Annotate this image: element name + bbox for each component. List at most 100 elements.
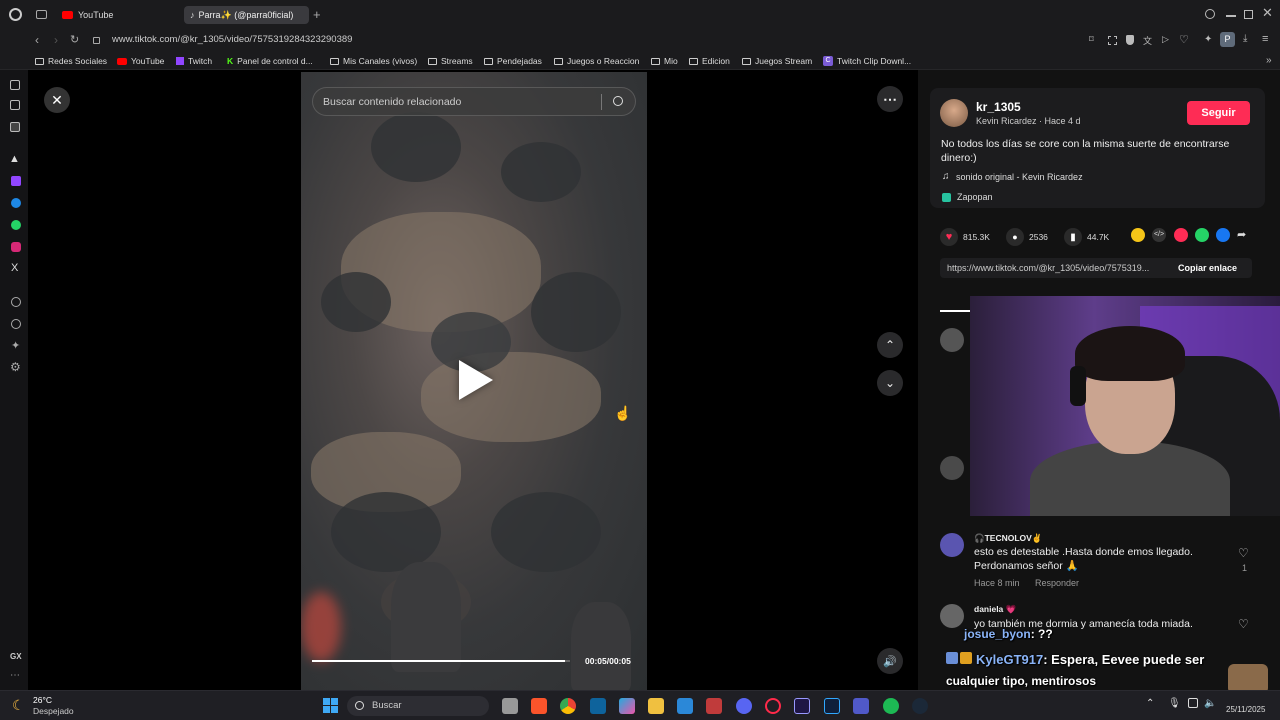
microphone-icon[interactable]: 🎙 (1168, 698, 1181, 709)
heart-icon[interactable]: ♡ (1179, 33, 1189, 46)
shield-icon[interactable] (1126, 35, 1134, 45)
bookmark-mio[interactable]: Mio (651, 56, 678, 66)
tray-chevron-icon[interactable]: ⌃ (1146, 698, 1154, 709)
bookmark-youtube[interactable]: YouTube (117, 56, 164, 66)
related-search-box[interactable]: Buscar contenido relacionado (312, 87, 636, 116)
send-icon[interactable] (1174, 228, 1188, 242)
bookmark-twitch-clip[interactable]: C Twitch Clip Downl... (823, 56, 911, 66)
chrome-icon[interactable] (560, 698, 576, 714)
minimize-icon[interactable] (1226, 15, 1236, 17)
comment-avatar[interactable] (940, 533, 964, 557)
gx-control-icon[interactable] (10, 100, 20, 110)
gx-badge[interactable]: GX (10, 652, 22, 661)
sound-name[interactable]: sonido original - Kevin Ricardez (956, 172, 1083, 182)
discord-icon[interactable] (736, 698, 752, 714)
translate-icon[interactable]: 文 (1143, 34, 1152, 47)
store-icon[interactable] (677, 698, 693, 714)
download-icon[interactable]: ⤓ (1243, 33, 1247, 44)
like-stat[interactable]: ♥ 815.3K (940, 228, 990, 246)
opera-gx-icon[interactable] (765, 698, 781, 714)
reload-icon[interactable]: ↻ (70, 33, 79, 46)
sidebar-more-icon[interactable]: ⋯ (10, 670, 20, 681)
save-stat[interactable]: ▮ 44.7K (1064, 228, 1109, 246)
search-icon[interactable] (613, 96, 623, 106)
search-tabs-icon[interactable] (1205, 9, 1215, 19)
player-icon[interactable]: ▷ (1162, 34, 1169, 45)
author-username[interactable]: kr_1305 (976, 100, 1021, 114)
news-icon[interactable] (10, 122, 20, 132)
windows-start-icon[interactable] (323, 698, 338, 713)
next-video-button[interactable]: ⌄ (877, 370, 903, 396)
bookmark-panel-control[interactable]: K Panel de control d... (227, 56, 313, 66)
previous-video-button[interactable]: ⌃ (877, 332, 903, 358)
copy-link-button[interactable]: Copiar enlace (1178, 263, 1237, 273)
follow-button[interactable]: Seguir (1187, 101, 1250, 125)
media-icon[interactable] (706, 698, 722, 714)
whatsapp-icon[interactable] (11, 220, 21, 230)
comment-avatar[interactable] (940, 456, 964, 480)
location-name[interactable]: Zapopan (957, 192, 993, 202)
taskbar-search[interactable]: Buscar (347, 696, 489, 716)
bookmark-edicion[interactable]: Edicion (689, 56, 730, 66)
premiere-icon[interactable] (794, 698, 810, 714)
instagram-icon[interactable] (11, 242, 21, 252)
bookmark-mis-canales[interactable]: Mis Canales (vivos) (330, 56, 417, 66)
comment-avatar[interactable] (940, 604, 964, 628)
progress-track[interactable] (312, 660, 570, 662)
close-window-icon[interactable]: ✕ (1262, 5, 1273, 21)
profile-avatar[interactable]: P (1220, 32, 1235, 47)
whatsapp-share-icon[interactable] (1195, 228, 1209, 242)
messenger-icon[interactable] (11, 198, 21, 208)
menu-icon[interactable]: ≡ (1262, 33, 1268, 45)
tab-overview-icon[interactable] (36, 10, 47, 19)
brave-icon[interactable] (531, 698, 547, 714)
bookmark-twitch[interactable]: Twitch (176, 56, 212, 66)
reply-link[interactable]: Responder (1035, 578, 1079, 588)
more-options-button[interactable]: ⋯ (877, 86, 903, 112)
comment-like-icon[interactable]: ♡ (1238, 617, 1249, 631)
embed-icon[interactable]: </> (1152, 228, 1166, 242)
comment-stat[interactable]: ● 2536 (1006, 228, 1048, 246)
opera-gx-logo-icon[interactable] (9, 8, 22, 21)
snapshot-icon[interactable] (1108, 36, 1117, 45)
visual-studio-icon[interactable] (590, 698, 606, 714)
twitch-icon[interactable] (11, 176, 21, 186)
bookmark-streams[interactable]: Streams (428, 56, 473, 66)
history-icon[interactable] (11, 319, 21, 329)
video-player[interactable]: Buscar contenido relacionado 00:05/00:05 (301, 72, 647, 690)
extensions-icon[interactable]: ✦ (1204, 34, 1212, 45)
share-arrow-icon[interactable]: ➦ (1237, 228, 1251, 242)
comment-user[interactable]: daniela 💗 (974, 604, 1016, 615)
back-icon[interactable]: ‹ (35, 33, 39, 47)
comment-like-icon[interactable]: ♡ (1238, 546, 1249, 560)
facebook-share-icon[interactable] (1216, 228, 1230, 242)
teams-icon[interactable] (853, 698, 869, 714)
spotify-icon[interactable] (883, 698, 899, 714)
aria-icon[interactable]: ▲ (9, 153, 20, 165)
bookmarks-more-icon[interactable]: » (1266, 55, 1272, 66)
bookmark-juegos-stream[interactable]: Juegos Stream (742, 56, 812, 66)
bookmark-juegos-reaccion[interactable]: Juegos o Reaccion (554, 56, 639, 66)
network-icon[interactable] (1188, 698, 1198, 708)
settings-icon[interactable]: ⚙ (10, 360, 21, 374)
bookmark-page-icon[interactable]: ⌑ (1089, 34, 1094, 45)
copilot-icon[interactable] (619, 698, 635, 714)
bookmark-pendejadas[interactable]: Pendejadas (484, 56, 542, 66)
player-icon[interactable] (11, 297, 21, 307)
close-viewer-button[interactable]: ✕ (44, 87, 70, 113)
tab-youtube[interactable]: YouTube (56, 6, 181, 24)
coin-icon[interactable] (1131, 228, 1145, 242)
clock-date[interactable]: 25/11/2025 (1226, 705, 1265, 714)
author-avatar[interactable] (940, 99, 968, 127)
maximize-icon[interactable] (1244, 10, 1253, 19)
steam-icon[interactable] (912, 698, 928, 714)
new-tab-button[interactable]: + (313, 7, 321, 22)
x-twitter-icon[interactable]: X (11, 262, 18, 274)
speaker-icon[interactable]: 🔈 (1204, 698, 1216, 709)
extensions-icon[interactable]: ✦ (11, 339, 20, 352)
play-icon[interactable] (459, 360, 493, 400)
tab-tiktok-active[interactable]: ♪ Parra✨ (@parra0ficial) (184, 6, 309, 24)
weather-temp[interactable]: 26°C (33, 695, 52, 705)
file-manager-icon[interactable] (502, 698, 518, 714)
bookmark-redes-sociales[interactable]: Redes Sociales (35, 56, 107, 66)
